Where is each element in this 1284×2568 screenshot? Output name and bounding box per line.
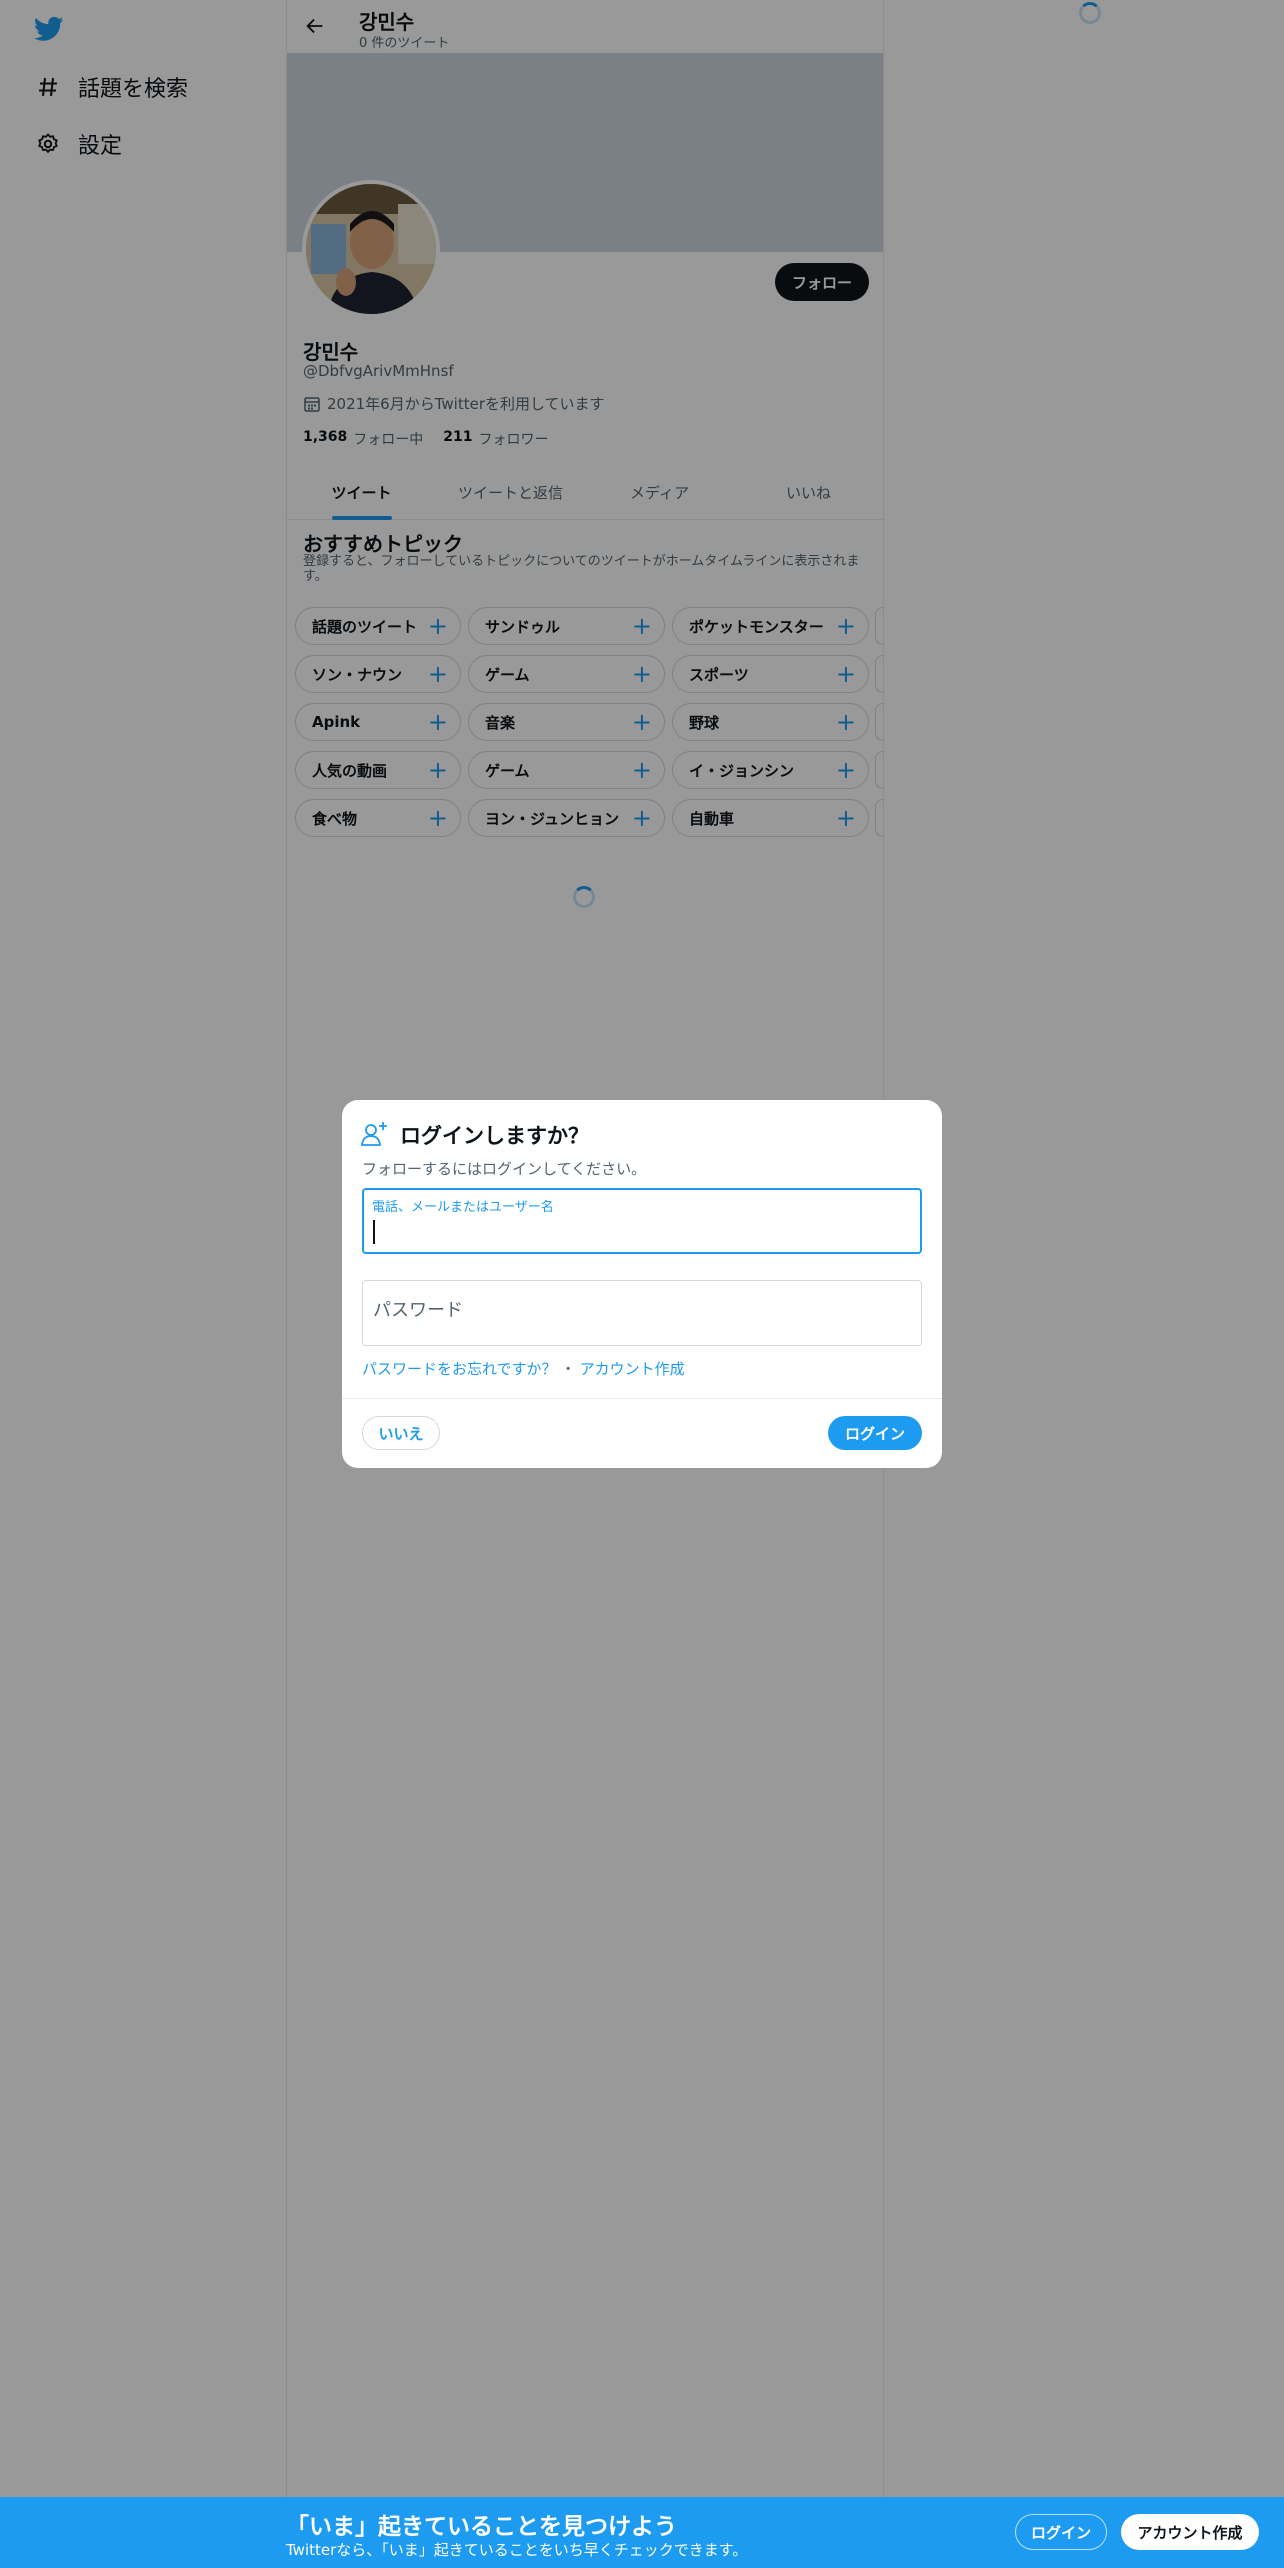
username-field[interactable]: 電話、メールまたはユーザー名	[362, 1188, 922, 1254]
modal-divider	[342, 1398, 942, 1399]
username-field-label: 電話、メールまたはユーザー名	[372, 1200, 554, 1215]
modal-subtitle: フォローするにはログインしてください。	[362, 1160, 647, 1178]
bottom-bar-title: 「いま」起きていることを見つけよう	[286, 2514, 677, 2540]
modal-title: ログインしますか？	[400, 1124, 589, 1148]
username-input[interactable]	[372, 1218, 916, 1240]
password-field[interactable]	[362, 1280, 922, 1346]
no-button[interactable]: いいえ	[362, 1416, 440, 1450]
bottom-signup-bar: 「いま」起きていることを見つけよう Twitterなら、「いま」起きていることを…	[0, 2497, 1284, 2568]
password-input[interactable]	[371, 1299, 915, 1322]
bottom-bar-subtitle: Twitterなら、「いま」起きていることをいち早くチェックできます。	[286, 2541, 748, 2559]
bottom-login-button[interactable]: ログイン	[1015, 2514, 1107, 2550]
bottom-signup-button[interactable]: アカウント作成	[1121, 2514, 1259, 2550]
modal-links: パスワードをお忘れですか？ ・ アカウント作成	[362, 1358, 685, 1379]
signup-link[interactable]: アカウント作成	[580, 1358, 685, 1379]
link-separator: ・	[560, 1360, 576, 1378]
login-modal: ログインしますか？ フォローするにはログインしてください。 電話、メールまたはユ…	[342, 1100, 942, 1468]
login-button[interactable]: ログイン	[828, 1416, 922, 1450]
person-add-icon	[360, 1120, 388, 1148]
forgot-password-link[interactable]: パスワードをお忘れですか？	[362, 1358, 557, 1379]
